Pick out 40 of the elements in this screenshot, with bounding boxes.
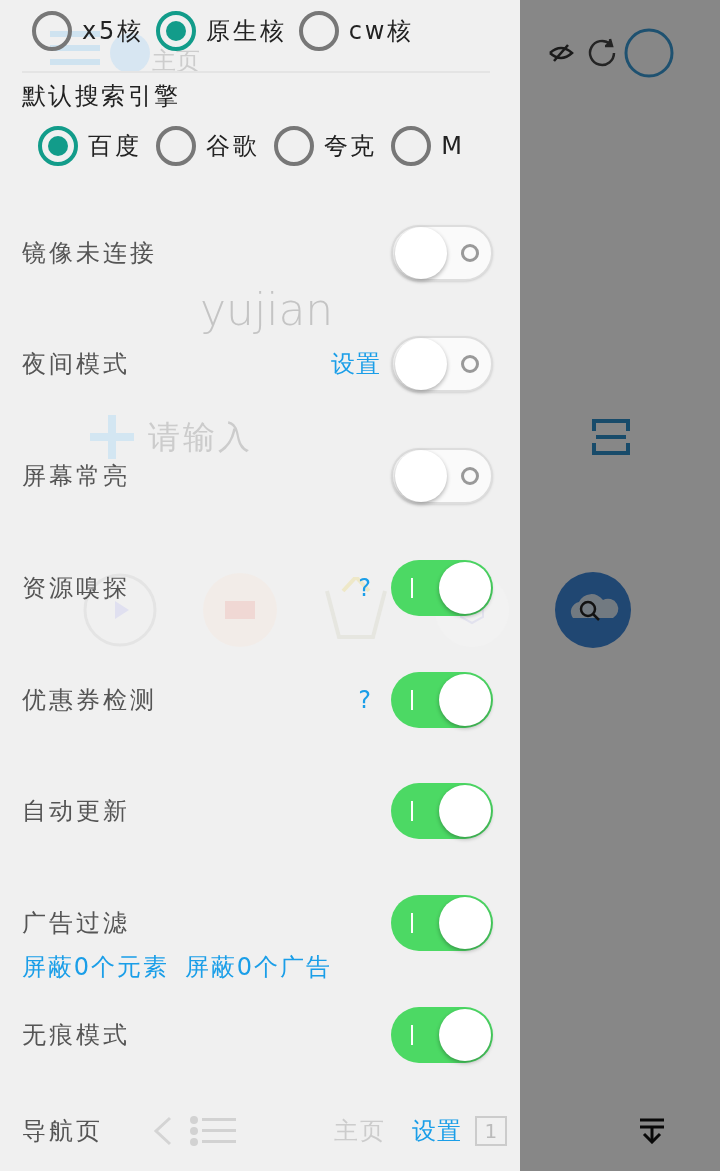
radio-label: 谷歌 xyxy=(205,130,260,162)
radio-button[interactable] xyxy=(298,10,339,51)
setting-label: 夜间模式 xyxy=(22,349,130,381)
radio-label: 百度 xyxy=(88,130,142,162)
scan-icon[interactable] xyxy=(592,419,630,455)
settings-link[interactable]: 设置 xyxy=(330,346,381,383)
help-mark[interactable]: ? xyxy=(358,569,371,606)
setting-label: 镜像未连接 xyxy=(22,237,157,269)
off-mark-icon xyxy=(461,243,479,262)
cloud-search-icon[interactable] xyxy=(555,572,631,648)
setting-label: 导航页 xyxy=(22,1116,103,1147)
collapse-icon[interactable] xyxy=(639,1118,665,1144)
blocked-count-link[interactable]: 屏蔽0个广告 xyxy=(184,953,332,982)
help-mark[interactable]: ? xyxy=(358,681,371,718)
radio-label: 夸克 xyxy=(323,130,378,162)
radio-label: M xyxy=(441,130,465,162)
toggle-switch[interactable] xyxy=(391,336,493,393)
setting-label: 优惠券检测 xyxy=(22,684,157,716)
off-mark-icon xyxy=(461,467,479,486)
section-heading: 默认搜索引擎 xyxy=(22,80,181,112)
setting-label: 无痕模式 xyxy=(22,1020,130,1052)
radio-label: x5核 xyxy=(82,15,145,47)
eye-off-icon[interactable] xyxy=(548,42,574,63)
radio-button[interactable] xyxy=(391,125,432,166)
toggle-switch[interactable] xyxy=(391,448,493,505)
radio-button[interactable] xyxy=(38,125,78,166)
refresh-icon[interactable] xyxy=(586,36,618,69)
radio-button[interactable] xyxy=(32,10,72,51)
setting-label: 广告过滤 xyxy=(22,908,130,940)
radio-button[interactable] xyxy=(273,125,314,166)
circle-icon[interactable] xyxy=(624,27,674,78)
off-mark-icon xyxy=(461,355,479,374)
setting-label: 自动更新 xyxy=(22,796,130,828)
radio-label: cw核 xyxy=(348,15,415,47)
settings-link[interactable]: 设置 xyxy=(411,1113,462,1149)
setting-label: 资源嗅探 xyxy=(22,572,130,604)
blocked-count-link[interactable]: 屏蔽0个元素 xyxy=(22,953,169,982)
radio-button[interactable] xyxy=(155,125,196,166)
setting-label: 屏幕常亮 xyxy=(22,461,130,493)
radio-label: 原生核 xyxy=(206,15,287,47)
